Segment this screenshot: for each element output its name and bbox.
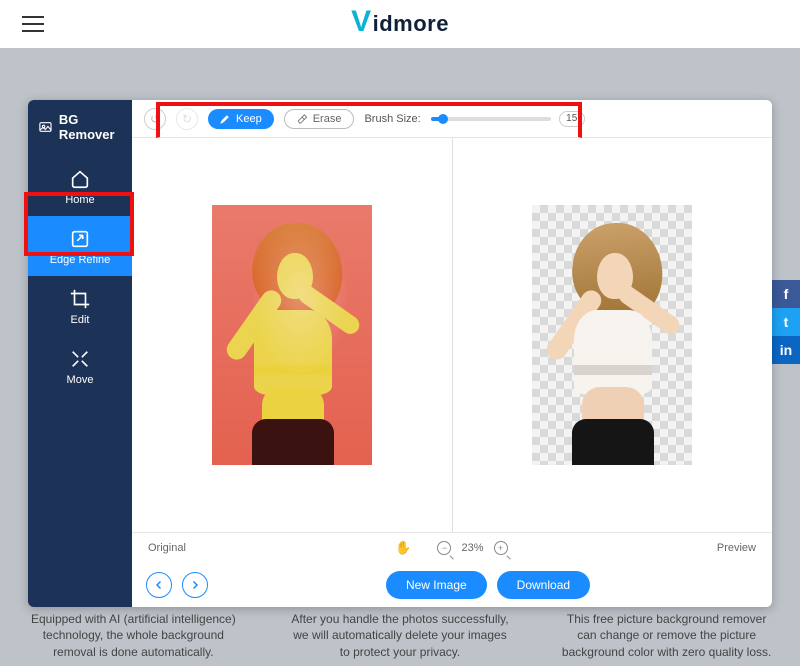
brush-size-value: 15 [559,111,585,127]
zoom-value: 23% [461,542,483,554]
linkedin-icon[interactable]: in [772,336,800,364]
zoom-in-button[interactable] [494,541,508,555]
original-label: Original [148,542,186,554]
download-button[interactable]: Download [497,571,590,599]
crop-icon [69,288,91,310]
social-rail: f t in [772,280,800,364]
app-icon [38,118,53,136]
prev-button[interactable] [146,572,172,598]
preview-image [532,205,692,465]
feature-col: This free picture background remover can… [557,611,777,661]
preview-pane[interactable] [453,138,773,532]
brush-size-control: 15 [431,111,585,127]
preview-label: Preview [717,542,756,554]
home-icon [69,168,91,190]
sidebar-item-label: Edge Refine [50,254,111,266]
edge-refine-toolbar: ↺ ↻ Keep Erase Brush Size: 15 [132,100,772,138]
status-bar: Original ✋ 23% Preview [132,533,772,563]
sidebar-item-edge-refine[interactable]: Edge Refine [28,216,132,276]
eraser-icon [297,113,308,124]
sidebar: BG Remover Home Edge Refine Edit Move [28,100,132,607]
feature-blurbs: Equipped with AI (artificial intelligenc… [0,611,800,661]
zoom-out-button[interactable] [437,541,451,555]
canvas-area [132,138,772,533]
brush-size-slider[interactable] [431,117,551,121]
brand-logo[interactable]: Vidmore [351,7,449,41]
edge-refine-icon [69,228,91,250]
chevron-left-icon [153,579,165,591]
site-header: Vidmore [0,0,800,48]
move-icon [69,348,91,370]
footer-bar: New Image Download [132,563,772,607]
brush-size-label: Brush Size: [364,113,420,125]
brush-icon [220,113,231,124]
main-panel: ↺ ↻ Keep Erase Brush Size: 15 [132,100,772,607]
erase-tool-button[interactable]: Erase [284,109,355,129]
undo-button[interactable]: ↺ [144,108,166,130]
logo-text: idmore [373,11,449,37]
sidebar-item-label: Edit [71,314,90,326]
redo-button[interactable]: ↻ [176,108,198,130]
original-image [212,205,372,465]
sidebar-item-move[interactable]: Move [28,336,132,396]
sidebar-item-label: Move [67,374,94,386]
sidebar-item-home[interactable]: Home [28,156,132,216]
app-title: BG Remover [28,100,132,156]
sidebar-item-edit[interactable]: Edit [28,276,132,336]
chevron-right-icon [189,579,201,591]
twitter-icon[interactable]: t [772,308,800,336]
original-pane[interactable] [132,138,452,532]
facebook-icon[interactable]: f [772,280,800,308]
bg-remover-app: BG Remover Home Edge Refine Edit Move ↺ … [28,100,772,607]
keep-tool-button[interactable]: Keep [208,109,274,129]
logo-mark: V [351,5,372,39]
sidebar-item-label: Home [65,194,94,206]
menu-icon[interactable] [22,16,44,32]
pan-icon[interactable]: ✋ [395,540,411,556]
next-button[interactable] [182,572,208,598]
feature-col: After you handle the photos successfully… [290,611,510,661]
new-image-button[interactable]: New Image [386,571,487,599]
feature-col: Equipped with AI (artificial intelligenc… [23,611,243,661]
